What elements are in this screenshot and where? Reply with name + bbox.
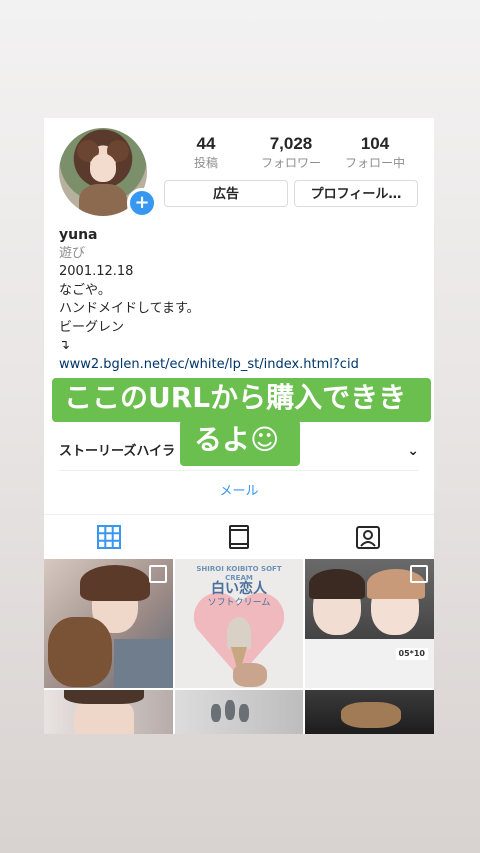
post-thumbnail[interactable]: SHIROI KOIBITO SOFT CREAM 白い恋人 ソフトクリーム	[175, 559, 303, 688]
divider	[59, 470, 419, 471]
post-thumbnail[interactable]	[175, 690, 303, 734]
posts-label: 投稿	[193, 156, 218, 170]
chevron-down-icon[interactable]: ⌄	[407, 440, 419, 462]
igtv-icon[interactable]	[226, 524, 252, 550]
profile-tabs	[44, 514, 434, 557]
add-story-button[interactable]: +	[127, 188, 157, 218]
category-label: 遊び	[59, 245, 86, 261]
overlay-caption-line2: るよ☺	[180, 420, 300, 466]
ads-button[interactable]: 広告	[164, 180, 288, 207]
tile-title: 白い恋人	[211, 581, 267, 597]
post-thumbnail[interactable]	[305, 690, 434, 734]
tagged-icon[interactable]	[355, 524, 381, 550]
bio-link[interactable]: www2.bglen.net/ec/white/lp_st/index.html…	[59, 356, 429, 375]
bio-line: ビーグレン	[59, 319, 125, 335]
post-thumbnail[interactable]	[44, 559, 173, 688]
overlay-caption-line1: ここのURLから購入できき	[52, 378, 431, 422]
bio-line: ハンドメイドしてます。	[59, 301, 200, 316]
followers-stat[interactable]: 7,028 フォロワー	[251, 134, 331, 171]
grid-icon[interactable]	[96, 524, 122, 550]
following-stat[interactable]: 104 フォロー中	[335, 134, 415, 171]
posts-stat[interactable]: 44 投稿	[166, 134, 246, 171]
profile-bio: yuna 遊び 2001.12.18 なごや。 ハンドメイドしてます。 ビーグレ…	[59, 226, 429, 374]
following-count: 104	[360, 134, 390, 153]
email-button[interactable]: メール	[44, 482, 434, 502]
tile-date: 05*10	[395, 648, 428, 660]
post-thumbnail[interactable]: 05*10	[305, 559, 434, 688]
bio-line: ↴	[59, 338, 70, 353]
followers-label: フォロワー	[260, 156, 321, 170]
tile-subtitle: ソフトクリーム	[207, 598, 271, 608]
bio-line: 2001.12.18	[59, 264, 134, 279]
username: yuna	[59, 227, 98, 243]
edit-profile-button[interactable]: プロフィール…	[294, 180, 418, 207]
posts-count: 44	[196, 134, 216, 153]
bio-line: なごや。	[59, 282, 111, 298]
story-highlights-label: ストーリーズハイラ	[59, 444, 176, 459]
following-label: フォロー中	[344, 156, 405, 170]
followers-count: 7,028	[269, 134, 313, 153]
post-thumbnail[interactable]	[44, 690, 173, 734]
